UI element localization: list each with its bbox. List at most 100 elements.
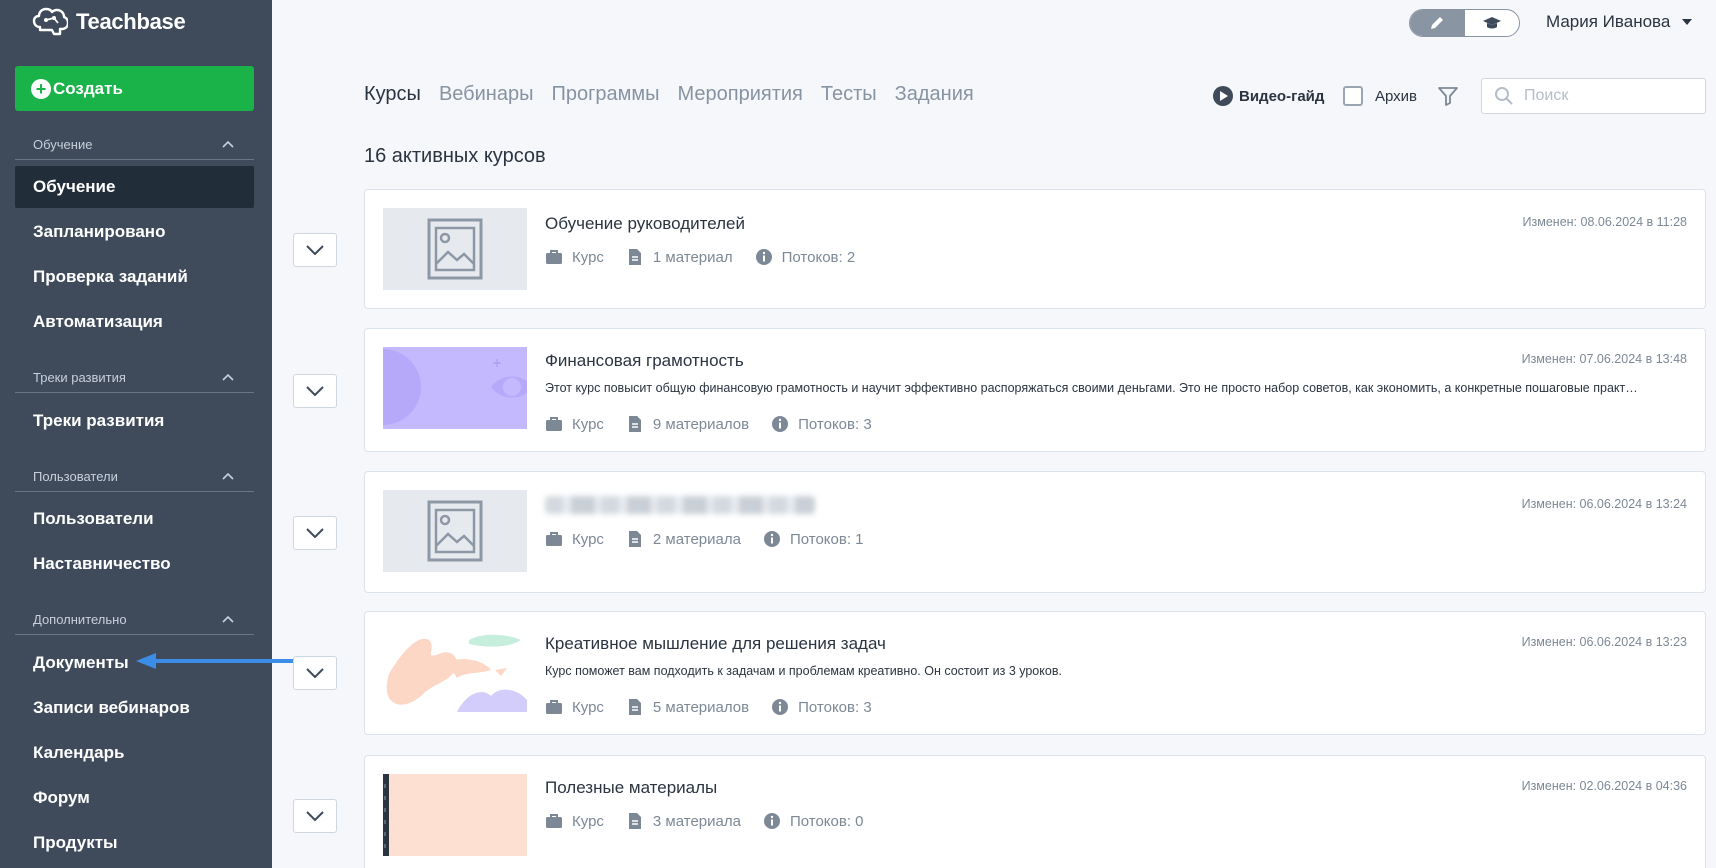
meta-materials: 5 материалов — [626, 698, 749, 716]
annotation-arrow-icon — [136, 653, 293, 669]
info-icon — [772, 699, 789, 715]
meta-type: Курс — [545, 812, 604, 830]
graduation-cap-icon — [1482, 17, 1501, 29]
course-meta: Курс 1 материал Потоков: 2 — [545, 248, 877, 266]
course-meta: Курс 9 материалов Потоков: 3 — [545, 415, 894, 433]
meta-streams: Потоков: 0 — [763, 812, 864, 830]
archive-checkbox[interactable]: Архив — [1343, 80, 1417, 112]
tab-webinars[interactable]: Вебинары — [439, 83, 534, 106]
course-card[interactable]: Финансовая грамотность Изменен: 07.06.20… — [364, 328, 1706, 452]
meta-streams-label: Потоков: 3 — [798, 698, 872, 716]
course-card[interactable]: Полезные материалы Изменен: 02.06.2024 в… — [364, 755, 1706, 868]
meta-streams-label: Потоков: 2 — [781, 248, 856, 266]
modified-date: Изменен: 07.06.2024 в 13:48 — [1521, 352, 1687, 366]
course-card[interactable]: Креативное мышление для решения задач Из… — [364, 611, 1706, 735]
briefcase-icon — [546, 250, 562, 264]
meta-type: Курс — [545, 248, 604, 266]
learner-mode-button[interactable] — [1465, 10, 1520, 36]
tab-tasks[interactable]: Задания — [895, 83, 974, 106]
meta-materials-label: 5 материалов — [652, 698, 750, 716]
modified-date: Изменен: 06.06.2024 в 13:24 — [1521, 497, 1687, 511]
meta-streams: Потоков: 2 — [755, 248, 856, 266]
filter-icon[interactable] — [1436, 84, 1460, 108]
meta-materials: 2 материала — [626, 530, 741, 548]
info-icon — [772, 416, 789, 432]
chevron-down-icon — [306, 528, 324, 538]
sidebar-item-forum[interactable]: Форум — [15, 777, 254, 819]
sidebar-item-products[interactable]: Продукты — [15, 822, 254, 864]
sidebar-item-scheduled[interactable]: Запланировано — [15, 211, 254, 253]
course-card[interactable]: Изменен: 06.06.2024 в 13:24 Курс 2 матер… — [364, 471, 1706, 593]
expand-button[interactable] — [293, 233, 337, 267]
video-guide-button[interactable]: Видео-гайд — [1213, 80, 1324, 112]
sidebar-item-mentoring[interactable]: Наставничество — [15, 543, 254, 585]
tab-tests[interactable]: Тесты — [821, 83, 877, 106]
course-title-blurred — [545, 496, 815, 519]
expand-button[interactable] — [293, 374, 337, 408]
course-card[interactable]: Обучение руководителей Изменен: 08.06.20… — [364, 189, 1706, 309]
create-button-label: Создать — [53, 78, 123, 98]
meta-materials: 1 материал — [626, 248, 733, 266]
logo[interactable]: Teachbase — [32, 7, 186, 36]
briefcase-icon — [546, 814, 562, 828]
plus-icon: + — [31, 78, 51, 99]
sidebar-item-calendar[interactable]: Календарь — [15, 732, 254, 774]
sidebar-item-users[interactable]: Пользователи — [15, 498, 254, 540]
brain-logo-icon — [32, 7, 68, 36]
expand-button[interactable] — [293, 516, 337, 550]
course-meta: Курс 2 материала Потоков: 1 — [545, 530, 886, 548]
document-icon — [628, 531, 641, 547]
meta-streams-label: Потоков: 0 — [789, 812, 864, 830]
course-thumbnail — [383, 347, 527, 429]
chevron-up-icon — [222, 373, 234, 381]
course-title: Полезные материалы — [545, 778, 718, 797]
edit-mode-button[interactable] — [1410, 10, 1465, 36]
course-description: Курс поможет вам подходить к задачам и п… — [545, 664, 1062, 678]
info-icon — [755, 249, 772, 265]
briefcase-icon — [546, 532, 562, 546]
section-header-tracks[interactable]: Треки развития — [15, 363, 254, 393]
sidebar-item-automation[interactable]: Автоматизация — [15, 301, 254, 343]
meta-type: Курс — [545, 530, 604, 548]
sidebar-item-webinar-records[interactable]: Записи вебинаров — [15, 687, 254, 729]
meta-type-label: Курс — [572, 530, 604, 548]
tab-courses[interactable]: Курсы — [364, 83, 421, 106]
mode-toggle[interactable] — [1409, 9, 1520, 37]
chevron-down-icon — [306, 386, 324, 396]
search-input[interactable] — [1524, 87, 1684, 105]
search-icon — [1495, 87, 1513, 105]
course-description: Этот курс повысит общую финансовую грамо… — [545, 381, 1638, 395]
section-header-additional[interactable]: Дополнительно — [15, 605, 254, 635]
meta-streams: Потоков: 3 — [771, 698, 872, 716]
meta-materials-label: 9 материалов — [652, 415, 750, 433]
expand-button[interactable] — [293, 799, 337, 833]
briefcase-icon — [546, 417, 562, 431]
meta-streams: Потоков: 3 — [771, 415, 872, 433]
course-meta: Курс 5 материалов Потоков: 3 — [545, 698, 894, 716]
chevron-up-icon — [222, 472, 234, 480]
logo-text: Teachbase — [76, 9, 186, 34]
checkbox-icon[interactable] — [1343, 86, 1363, 106]
info-icon — [763, 531, 780, 547]
meta-streams-label: Потоков: 1 — [789, 530, 864, 548]
sidebar-item-tracks[interactable]: Треки развития — [15, 400, 254, 442]
sidebar-item-learning[interactable]: Обучение — [15, 166, 254, 208]
section-header-users[interactable]: Пользователи — [15, 462, 254, 492]
meta-materials-label: 2 материала — [652, 530, 741, 548]
archive-label: Архив — [1375, 87, 1418, 105]
document-icon — [628, 416, 641, 432]
sidebar-item-task-review[interactable]: Проверка заданий — [15, 256, 254, 298]
play-icon — [1213, 86, 1233, 106]
tab-events[interactable]: Мероприятия — [678, 83, 803, 106]
expand-button[interactable] — [293, 656, 337, 690]
content-tabs: Курсы Вебинары Программы Мероприятия Тес… — [364, 83, 974, 106]
meta-streams-label: Потоков: 3 — [798, 415, 872, 433]
user-menu[interactable]: Мария Иванова — [1546, 12, 1693, 32]
create-button[interactable]: + Создать — [15, 66, 254, 111]
section-header-learning[interactable]: Обучение — [15, 130, 254, 160]
chevron-down-icon — [306, 245, 324, 255]
meta-materials-label: 3 материала — [652, 812, 741, 830]
tab-programs[interactable]: Программы — [551, 83, 659, 106]
document-icon — [628, 699, 641, 715]
course-title: Обучение руководителей — [545, 214, 745, 233]
